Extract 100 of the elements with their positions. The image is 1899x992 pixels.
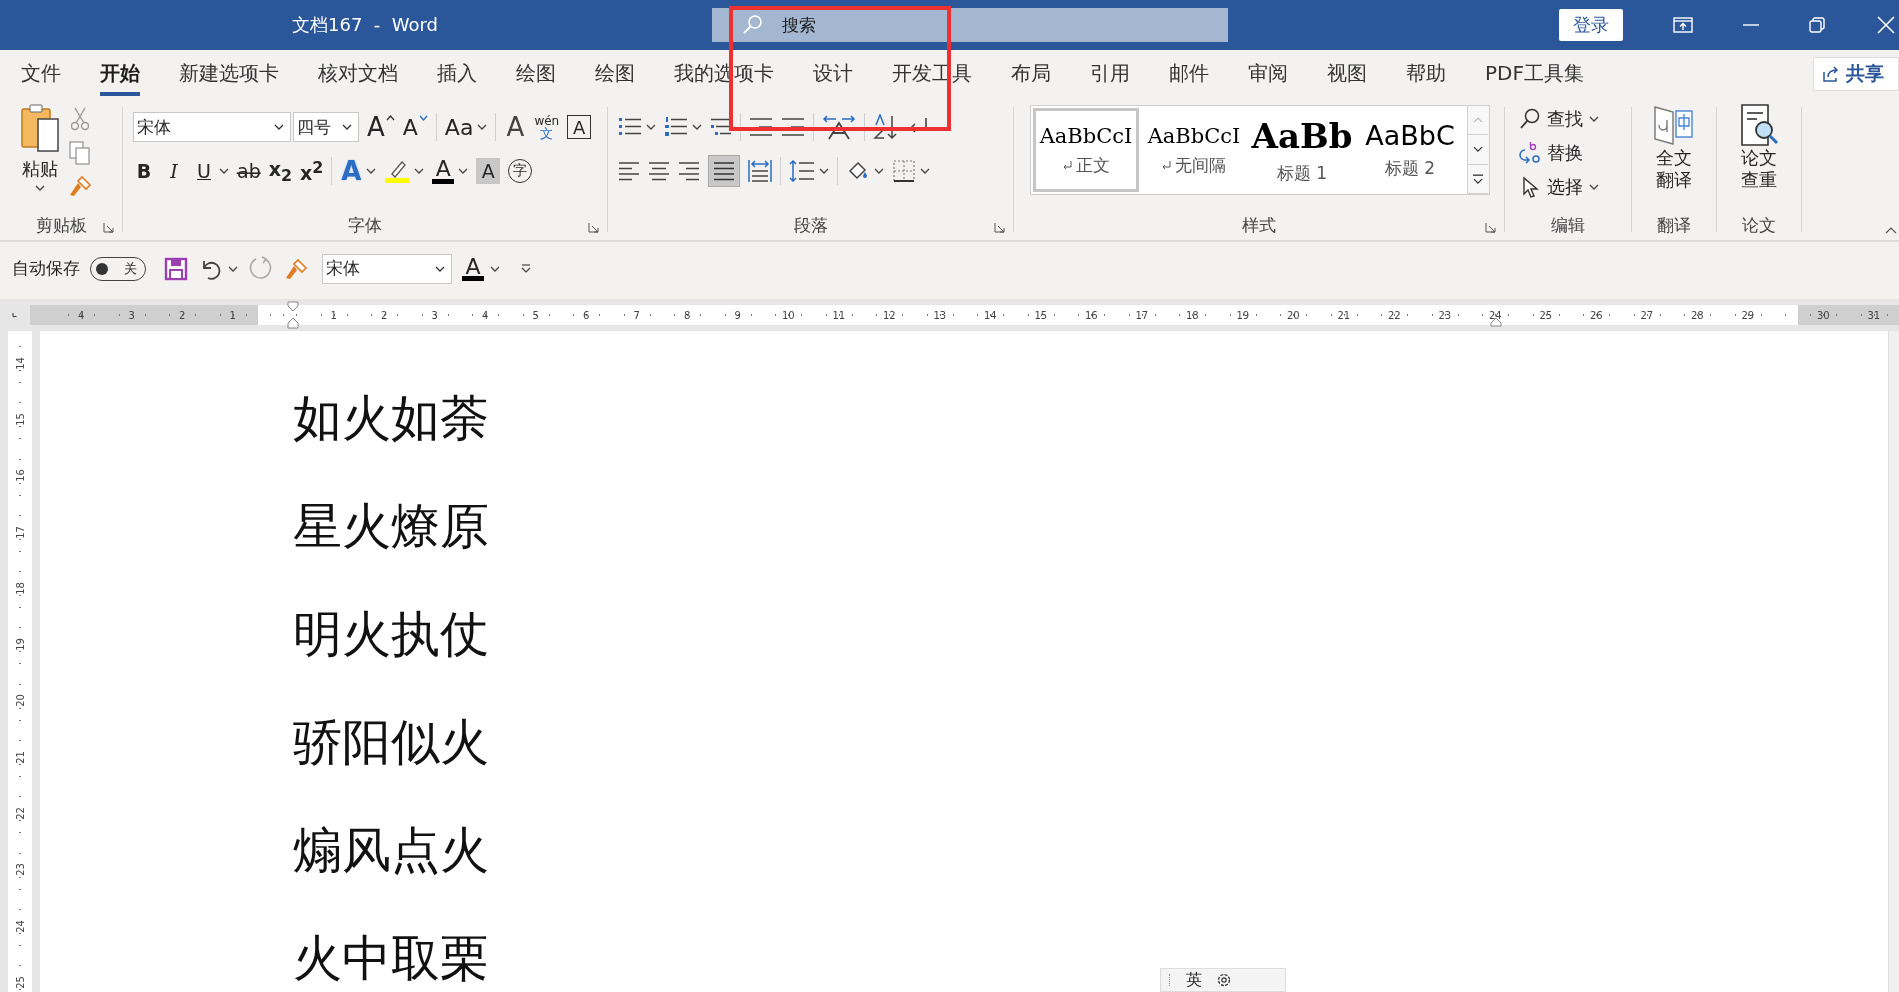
- paste-button[interactable]: 粘贴: [20, 103, 60, 210]
- collapse-ribbon-icon[interactable]: [1885, 226, 1897, 234]
- justify-button[interactable]: [708, 155, 740, 187]
- font-color-button[interactable]: A: [462, 256, 484, 281]
- format-button[interactable]: x$^{2}$: [300, 156, 324, 186]
- group-label: 论文: [1742, 213, 1776, 237]
- numbering-icon[interactable]: [664, 116, 688, 138]
- caret-icon[interactable]: [819, 168, 829, 174]
- caret-icon[interactable]: [228, 265, 238, 272]
- style-option[interactable]: AaBbCcI 正文: [1033, 108, 1139, 192]
- caret-icon[interactable]: [414, 168, 425, 174]
- text-direction-icon[interactable]: [822, 114, 856, 140]
- caret-icon[interactable]: [477, 124, 488, 130]
- input-mode-indicator[interactable]: 英: [1186, 969, 1202, 991]
- text-effects-button[interactable]: A: [340, 156, 363, 186]
- ribbon-tab[interactable]: 绘图: [516, 51, 556, 96]
- vertical-scrollbar[interactable]: [1888, 331, 1899, 992]
- ribbon-display-icon[interactable]: [1673, 17, 1693, 33]
- find-button[interactable]: 查找: [1519, 105, 1625, 133]
- format-painter-icon[interactable]: [68, 175, 92, 197]
- font-name-dropdown[interactable]: 宋体: [133, 112, 291, 142]
- font-color-button[interactable]: A: [432, 158, 455, 184]
- dialog-launcher-icon[interactable]: [1485, 222, 1496, 233]
- customize-toolbar-icon[interactable]: [520, 263, 532, 274]
- align-right-icon[interactable]: [678, 161, 700, 181]
- caret-icon[interactable]: [874, 168, 884, 174]
- change-case-button[interactable]: Aa: [444, 112, 474, 142]
- caret-icon[interactable]: [646, 124, 656, 130]
- save-icon[interactable]: [164, 256, 188, 281]
- share-button[interactable]: 共享: [1813, 56, 1899, 91]
- shrink-font-button[interactable]: A: [402, 112, 428, 142]
- ribbon-tab[interactable]: 帮助: [1406, 51, 1446, 96]
- justify-icon: [713, 161, 735, 181]
- character-border-button[interactable]: A: [567, 115, 592, 139]
- ribbon-tab[interactable]: 设计: [813, 51, 853, 96]
- dialog-launcher-icon[interactable]: [994, 222, 1005, 233]
- indent-marker-icon[interactable]: [287, 301, 299, 329]
- caret-icon[interactable]: [219, 168, 229, 174]
- caret-icon[interactable]: [458, 168, 469, 174]
- dialog-launcher-icon[interactable]: [103, 222, 114, 233]
- multilevel-list-icon[interactable]: [710, 116, 732, 138]
- ribbon-tab[interactable]: 视图: [1327, 51, 1367, 96]
- clear-formatting-button[interactable]: A: [504, 112, 527, 142]
- ribbon-tab[interactable]: 绘图: [595, 51, 635, 96]
- plagiarism-check-button[interactable]: 论文 查重: [1729, 103, 1789, 191]
- grow-font-button[interactable]: A: [367, 112, 395, 142]
- ribbon-tab[interactable]: 审阅: [1248, 51, 1288, 96]
- select-button[interactable]: 选择: [1519, 173, 1625, 201]
- dialog-launcher-icon[interactable]: [588, 222, 599, 233]
- caret-icon[interactable]: [366, 168, 377, 174]
- format-button[interactable]: U: [193, 156, 215, 186]
- style-option[interactable]: AaBb 标题 1: [1249, 108, 1355, 192]
- style-option[interactable]: AaBbCcI 无间隔: [1141, 108, 1247, 192]
- login-button[interactable]: 登录: [1559, 9, 1623, 41]
- caret-icon[interactable]: [692, 124, 702, 130]
- ribbon-tab[interactable]: 布局: [1011, 51, 1051, 96]
- caret-icon[interactable]: [920, 168, 930, 174]
- style-name: 标题 1: [1276, 161, 1328, 185]
- group-label: 样式: [1242, 213, 1276, 237]
- sort-icon[interactable]: [873, 114, 899, 140]
- character-shading-button[interactable]: A: [476, 158, 501, 184]
- style-option[interactable]: AaBbC 标题 2: [1357, 108, 1463, 192]
- restore-icon[interactable]: [1809, 17, 1825, 33]
- ribbon-tab[interactable]: 新建选项卡: [179, 51, 279, 96]
- increase-indent-icon[interactable]: [781, 117, 805, 137]
- return-arrow-icon: [1062, 160, 1072, 170]
- replace-button[interactable]: 替换: [1519, 139, 1625, 167]
- ribbon-tab[interactable]: 邮件: [1169, 51, 1209, 96]
- indent-marker-icon[interactable]: [1490, 317, 1502, 327]
- decrease-indent-icon[interactable]: [749, 117, 773, 137]
- format-button[interactable]: B: [133, 156, 155, 186]
- format-button[interactable]: x$_{2}$: [268, 156, 292, 186]
- line-spacing-icon[interactable]: [789, 160, 815, 182]
- format-button[interactable]: I: [163, 156, 185, 186]
- settings-icon[interactable]: [1216, 972, 1232, 988]
- ribbon-tab[interactable]: 插入: [437, 51, 477, 96]
- phonetic-guide-button[interactable]: wén 文: [534, 112, 560, 142]
- format-button[interactable]: a̶b̶: [237, 156, 261, 186]
- align-center-icon[interactable]: [648, 161, 670, 181]
- align-left-icon[interactable]: [618, 161, 640, 181]
- ribbon-tab[interactable]: 引用: [1090, 51, 1130, 96]
- window-title: 文档167 - Word: [292, 13, 439, 37]
- distributed-icon[interactable]: [748, 159, 772, 183]
- scissors-icon[interactable]: [71, 107, 89, 131]
- font-size-dropdown[interactable]: 四号: [293, 112, 359, 142]
- full-text-translate-button[interactable]: 全文 翻译: [1644, 103, 1704, 191]
- search-icon: [1519, 108, 1541, 130]
- caret-icon: [274, 124, 284, 130]
- ribbon-tab[interactable]: 核对文档: [318, 51, 398, 96]
- close-icon[interactable]: [1877, 16, 1895, 34]
- ribbon-tab[interactable]: PDF工具集: [1485, 51, 1584, 96]
- format-painter-icon[interactable]: [284, 257, 308, 280]
- ribbon-tab[interactable]: 开始: [100, 51, 140, 96]
- ribbon-tab[interactable]: 文件: [21, 51, 61, 96]
- search-field[interactable]: 搜索: [780, 14, 1084, 36]
- caret-icon[interactable]: [490, 265, 500, 272]
- search-box[interactable]: 搜索: [712, 8, 1228, 42]
- borders-icon[interactable]: [892, 159, 916, 183]
- bullets-icon[interactable]: [618, 116, 642, 138]
- font-name-dropdown[interactable]: 宋体: [322, 253, 452, 284]
